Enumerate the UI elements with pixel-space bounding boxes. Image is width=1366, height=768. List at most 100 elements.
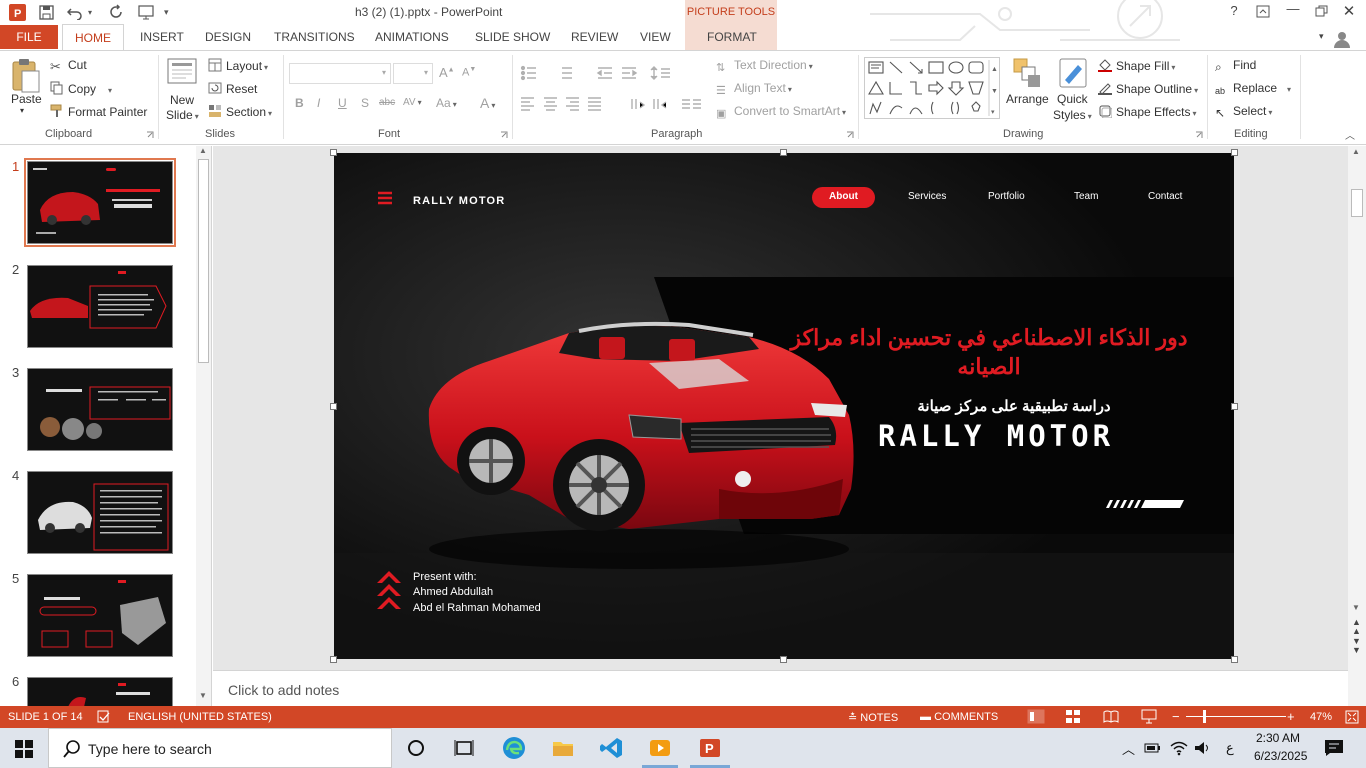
format-painter-button[interactable]: Format Painter [50, 104, 147, 119]
notes-placeholder[interactable]: Click to add notes [228, 682, 339, 698]
reset-button[interactable]: Reset [208, 81, 257, 96]
scrollbar-thumb[interactable] [1351, 189, 1363, 217]
nav-services[interactable]: Services [908, 191, 946, 202]
input-language[interactable]: ع [1226, 740, 1234, 756]
spell-check-icon[interactable] [97, 710, 111, 723]
normal-view-icon[interactable] [1027, 709, 1045, 724]
minimize-icon[interactable]: — [1283, 1, 1303, 16]
tab-insert[interactable]: INSERT [140, 30, 184, 44]
notification-center-icon[interactable] [1324, 739, 1344, 757]
undo-icon[interactable] [67, 5, 83, 20]
clipboard-launcher-icon[interactable] [146, 131, 154, 139]
slide-title-arabic[interactable]: دور الذكاء الاصطناعي في تحسين اداء مراكز… [776, 323, 1202, 381]
resize-handle-ne[interactable] [1231, 149, 1238, 156]
cortana-icon[interactable] [404, 736, 428, 760]
edge-browser-icon[interactable] [502, 736, 526, 760]
drawing-launcher-icon[interactable] [1195, 131, 1203, 139]
battery-icon[interactable] [1144, 741, 1162, 755]
shape-outline-button[interactable]: Shape Outline ▾ [1098, 81, 1198, 96]
shape-fill-button[interactable]: Shape Fill ▾ [1098, 58, 1175, 73]
new-slide-icon[interactable] [166, 57, 198, 87]
slide-thumbnail-3[interactable] [27, 368, 173, 451]
zoom-out-icon[interactable]: − [1172, 709, 1180, 724]
new-slide-label-1[interactable]: New [170, 93, 194, 107]
quick-styles-icon[interactable] [1058, 57, 1088, 89]
tab-view[interactable]: VIEW [640, 30, 671, 44]
reading-view-icon[interactable] [1103, 710, 1119, 723]
collapse-ribbon-icon[interactable]: ︿ [1345, 127, 1355, 142]
shrink-font-icon[interactable]: A▼ [462, 66, 476, 79]
help-icon[interactable]: ? [1224, 3, 1244, 18]
layout-button[interactable]: Layout ▾ [208, 58, 268, 73]
clock-date[interactable]: 6/23/2025 [1254, 749, 1307, 763]
file-explorer-icon[interactable] [551, 736, 575, 760]
windows-start-icon[interactable] [15, 740, 33, 758]
slide-thumbnail-2[interactable] [27, 265, 173, 348]
resize-handle-s[interactable] [780, 656, 787, 663]
editor-scrollbar[interactable]: ▲ ▼ ▲ ▲ ▼ ▼ [1348, 146, 1366, 706]
slide-subtitle-arabic[interactable]: دراسة تطبيقية على مركز صيانة [864, 397, 1164, 415]
resize-handle-sw[interactable] [330, 656, 337, 663]
find-button[interactable]: ⌕ Find [1215, 58, 1256, 74]
shadow-button[interactable]: S [361, 96, 369, 110]
tray-overflow-icon[interactable]: ︿ [1122, 739, 1135, 758]
customize-qat-icon[interactable]: ▾ [164, 7, 169, 18]
arrange-icon[interactable] [1012, 57, 1042, 89]
scroll-down-icon[interactable]: ▼ [199, 691, 207, 700]
clock-time[interactable]: 2:30 AM [1256, 731, 1300, 745]
bold-button[interactable]: B [295, 96, 304, 110]
nav-team[interactable]: Team [1074, 191, 1098, 202]
tab-slide-show[interactable]: SLIDE SHOW [475, 30, 550, 44]
ribbon-dropdown-icon[interactable]: ▾ [1319, 31, 1324, 42]
save-icon[interactable] [39, 5, 54, 20]
arrange-button[interactable]: Arrange [1006, 92, 1049, 106]
shapes-gallery[interactable]: ▲ ▼ ▾ [864, 57, 1000, 119]
strikethrough-button[interactable]: abc [379, 97, 395, 108]
paragraph-list-controls[interactable] [520, 65, 690, 81]
slide-thumbnail-6[interactable] [27, 677, 173, 706]
resize-handle-n[interactable] [780, 149, 787, 156]
previous-slide-icon[interactable]: ▲ ▲ [1352, 618, 1361, 636]
paragraph-align-controls[interactable] [520, 96, 710, 112]
slide-big-brand[interactable]: RALLY MOTOR [878, 419, 1114, 453]
zoom-slider-track[interactable] [1186, 716, 1286, 717]
vscode-icon[interactable] [600, 736, 624, 760]
nav-contact[interactable]: Contact [1148, 191, 1182, 202]
powerpoint-taskbar-icon[interactable]: P [698, 736, 722, 760]
character-spacing-icon[interactable]: AV ▾ [403, 97, 422, 108]
resize-handle-nw[interactable] [330, 149, 337, 156]
restore-icon[interactable] [1315, 5, 1328, 17]
next-slide-icon[interactable]: ▼ ▼ [1352, 637, 1361, 655]
fit-slide-icon[interactable] [1345, 710, 1359, 724]
copy-button[interactable]: Copy ▾ [50, 81, 112, 96]
media-player-icon[interactable] [648, 736, 672, 760]
change-case-icon[interactable]: Aa ▾ [436, 96, 457, 110]
start-from-beginning-icon[interactable] [138, 4, 156, 20]
zoom-in-icon[interactable]: + [1287, 709, 1295, 724]
slide-canvas[interactable]: RALLY MOTOR About Services Portfolio Tea… [334, 153, 1234, 659]
repeat-icon[interactable] [108, 4, 124, 20]
taskbar-search-box[interactable]: Type here to search [48, 728, 392, 768]
cut-button[interactable]: ✂ Cut [50, 58, 87, 74]
wifi-icon[interactable] [1170, 740, 1188, 756]
paste-icon[interactable] [10, 57, 42, 95]
volume-icon[interactable] [1194, 740, 1210, 756]
slide-thumbnail-5[interactable] [27, 574, 173, 657]
paste-dropdown-icon[interactable]: ▾ [20, 106, 24, 115]
slide-sorter-icon[interactable] [1066, 710, 1080, 723]
new-slide-button[interactable]: Slide ▾ [166, 108, 199, 122]
scroll-up-icon[interactable]: ▲ [199, 146, 207, 155]
font-size-dropdown[interactable]: ▾ [393, 63, 433, 84]
underline-button[interactable]: U [338, 96, 347, 110]
thumbnail-scrollbar[interactable]: ▲ ▼ [196, 146, 211, 706]
account-avatar[interactable] [1332, 29, 1352, 49]
slide-thumbnail-4[interactable] [27, 471, 173, 554]
notes-toggle[interactable]: ≛ NOTES [848, 711, 898, 724]
resize-handle-se[interactable] [1231, 656, 1238, 663]
tab-format[interactable]: FORMAT [707, 30, 757, 44]
paste-button[interactable]: Paste [11, 92, 42, 106]
quick-styles-label-1[interactable]: Quick [1057, 92, 1088, 106]
nav-about[interactable]: About [812, 191, 875, 202]
font-color-icon[interactable]: A ▾ [480, 95, 495, 111]
scrollbar-thumb[interactable] [198, 159, 209, 363]
